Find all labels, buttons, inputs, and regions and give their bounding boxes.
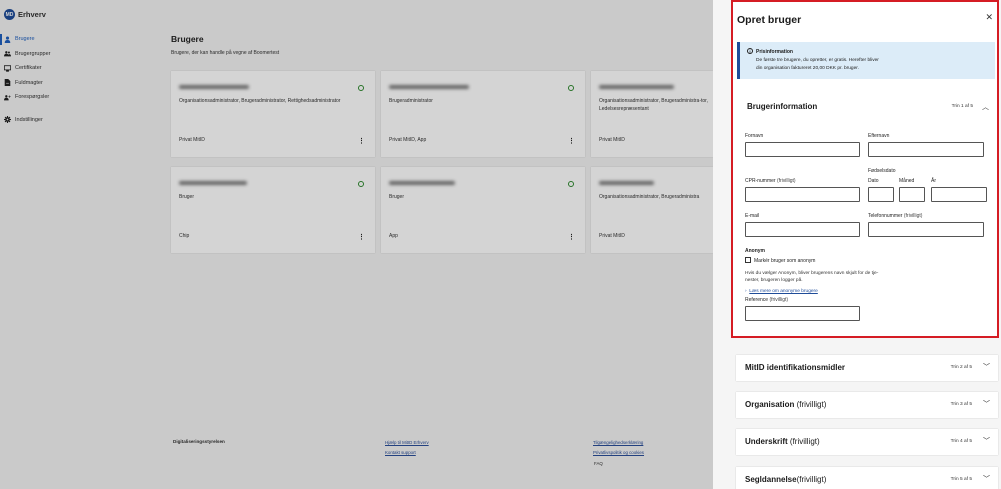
- accordion-title-text: Segldannelse: [745, 475, 797, 484]
- aar-input[interactable]: [931, 187, 987, 202]
- chevron-down-icon[interactable]: ﹀: [983, 399, 990, 409]
- info-body-line2: din organisation faktureret 20,00 DKK pr…: [756, 65, 859, 71]
- chevron-down-icon[interactable]: ﹀: [983, 474, 990, 484]
- info-icon: i: [747, 48, 753, 54]
- telefon-optional: (frivilligt): [903, 213, 923, 219]
- cpr-input[interactable]: [745, 187, 860, 202]
- info-body-line1: De første tre brugere, du opretter, er g…: [756, 58, 879, 63]
- accordion-mitid[interactable]: MitID identifikationsmidler Trin 2 af 5 …: [736, 355, 998, 381]
- anonym-label: Anonym: [745, 248, 765, 254]
- help-line2: nester, brugeren logger på.: [745, 278, 803, 284]
- close-icon[interactable]: ✕: [985, 12, 993, 23]
- fornavn-input[interactable]: [745, 142, 860, 157]
- accordion-step: Trin 5 af 5: [950, 477, 972, 482]
- email-label: E-mail: [745, 213, 760, 219]
- reference-input[interactable]: [745, 306, 860, 321]
- efternavn-label: Efternavn: [868, 133, 890, 139]
- accordion-title: MitID identifikationsmidler: [745, 363, 845, 372]
- anonym-help-text: Hvis du vælger Anonym, bliver brugerens …: [745, 270, 915, 285]
- info-title: Prisinformation: [756, 49, 793, 55]
- chevron-up-icon[interactable]: ︿: [982, 102, 989, 112]
- read-more-link-text[interactable]: Læs mere om anonyme brugere: [749, 289, 818, 294]
- accordion-optional: (frivilligt): [796, 400, 827, 409]
- accordion-title-text: Underskrift: [745, 437, 788, 446]
- dato-label: Dato: [868, 178, 879, 184]
- accordion-optional: (frivilligt): [789, 437, 820, 446]
- accordion-title: Segldannelse(frivilligt): [745, 475, 826, 484]
- reference-optional: (frivilligt): [769, 297, 789, 303]
- email-input[interactable]: [745, 222, 860, 237]
- section-step: Trin 1 af 5: [951, 104, 973, 109]
- accordion-title-text: MitID identifikationsmidler: [745, 363, 846, 372]
- chevron-right-icon: ›: [745, 289, 747, 294]
- accordion-title: Organisation (frivilligt): [745, 400, 826, 409]
- read-more-link[interactable]: › Læs mere om anonyme brugere: [745, 289, 818, 294]
- anonym-checkbox[interactable]: [745, 257, 751, 263]
- chevron-down-icon[interactable]: ﹀: [983, 436, 990, 446]
- reference-label-text: Reference: [745, 297, 769, 303]
- maaned-label: Måned: [899, 178, 915, 184]
- accordion-step: Trin 2 af 5: [950, 365, 972, 370]
- anonym-checkbox-label[interactable]: Markér bruger som anonym: [754, 258, 815, 264]
- accordion-underskrift[interactable]: Underskrift (frivilligt) Trin 4 af 5 ﹀: [736, 429, 998, 455]
- cpr-label-text: CPR-nummer: [745, 178, 776, 184]
- accordion-step: Trin 4 af 5: [950, 439, 972, 444]
- accordion-title-text: Organisation: [745, 400, 795, 409]
- telefon-label: Telefonnummer (frivilligt): [868, 213, 922, 219]
- accordion-organisation[interactable]: Organisation (frivilligt) Trin 3 af 5 ﹀: [736, 392, 998, 418]
- efternavn-input[interactable]: [868, 142, 984, 157]
- accordion-segldannelse[interactable]: Segldannelse(frivilligt) Trin 5 af 5 ﹀: [736, 467, 998, 489]
- create-user-form-section: Opret bruger ✕ i Prisinformation De førs…: [731, 0, 999, 338]
- maaned-input[interactable]: [899, 187, 925, 202]
- chevron-down-icon[interactable]: ﹀: [983, 362, 990, 372]
- aar-label: År: [931, 178, 936, 184]
- panel-title: Opret bruger: [737, 14, 802, 26]
- cpr-optional: (frivilligt): [776, 178, 796, 184]
- price-info-box: i Prisinformation De første tre brugere,…: [737, 42, 995, 79]
- accordion-title: Underskrift (frivilligt): [745, 437, 820, 446]
- reference-label: Reference (frivilligt): [745, 297, 788, 303]
- fornavn-label: Fornavn: [745, 133, 764, 139]
- accordion-header-brugerinformation[interactable]: Brugerinformation Trin 1 af 5 ︿: [747, 102, 991, 111]
- accordion-step: Trin 3 af 5: [950, 402, 972, 407]
- dato-input[interactable]: [868, 187, 894, 202]
- accordion-optional: (frivilligt): [796, 475, 827, 484]
- telefon-label-text: Telefonnummer: [868, 213, 903, 219]
- cpr-label: CPR-nummer (frivilligt): [745, 178, 796, 184]
- modal-backdrop[interactable]: [0, 0, 713, 489]
- section-title: Brugerinformation: [747, 102, 818, 111]
- help-line1: Hvis du vælger Anonym, bliver brugerens …: [745, 271, 879, 276]
- telefon-input[interactable]: [868, 222, 984, 237]
- fodselsdato-label: Fødselsdato: [868, 168, 896, 174]
- create-user-panel: Opret bruger ✕ i Prisinformation De førs…: [713, 0, 1001, 489]
